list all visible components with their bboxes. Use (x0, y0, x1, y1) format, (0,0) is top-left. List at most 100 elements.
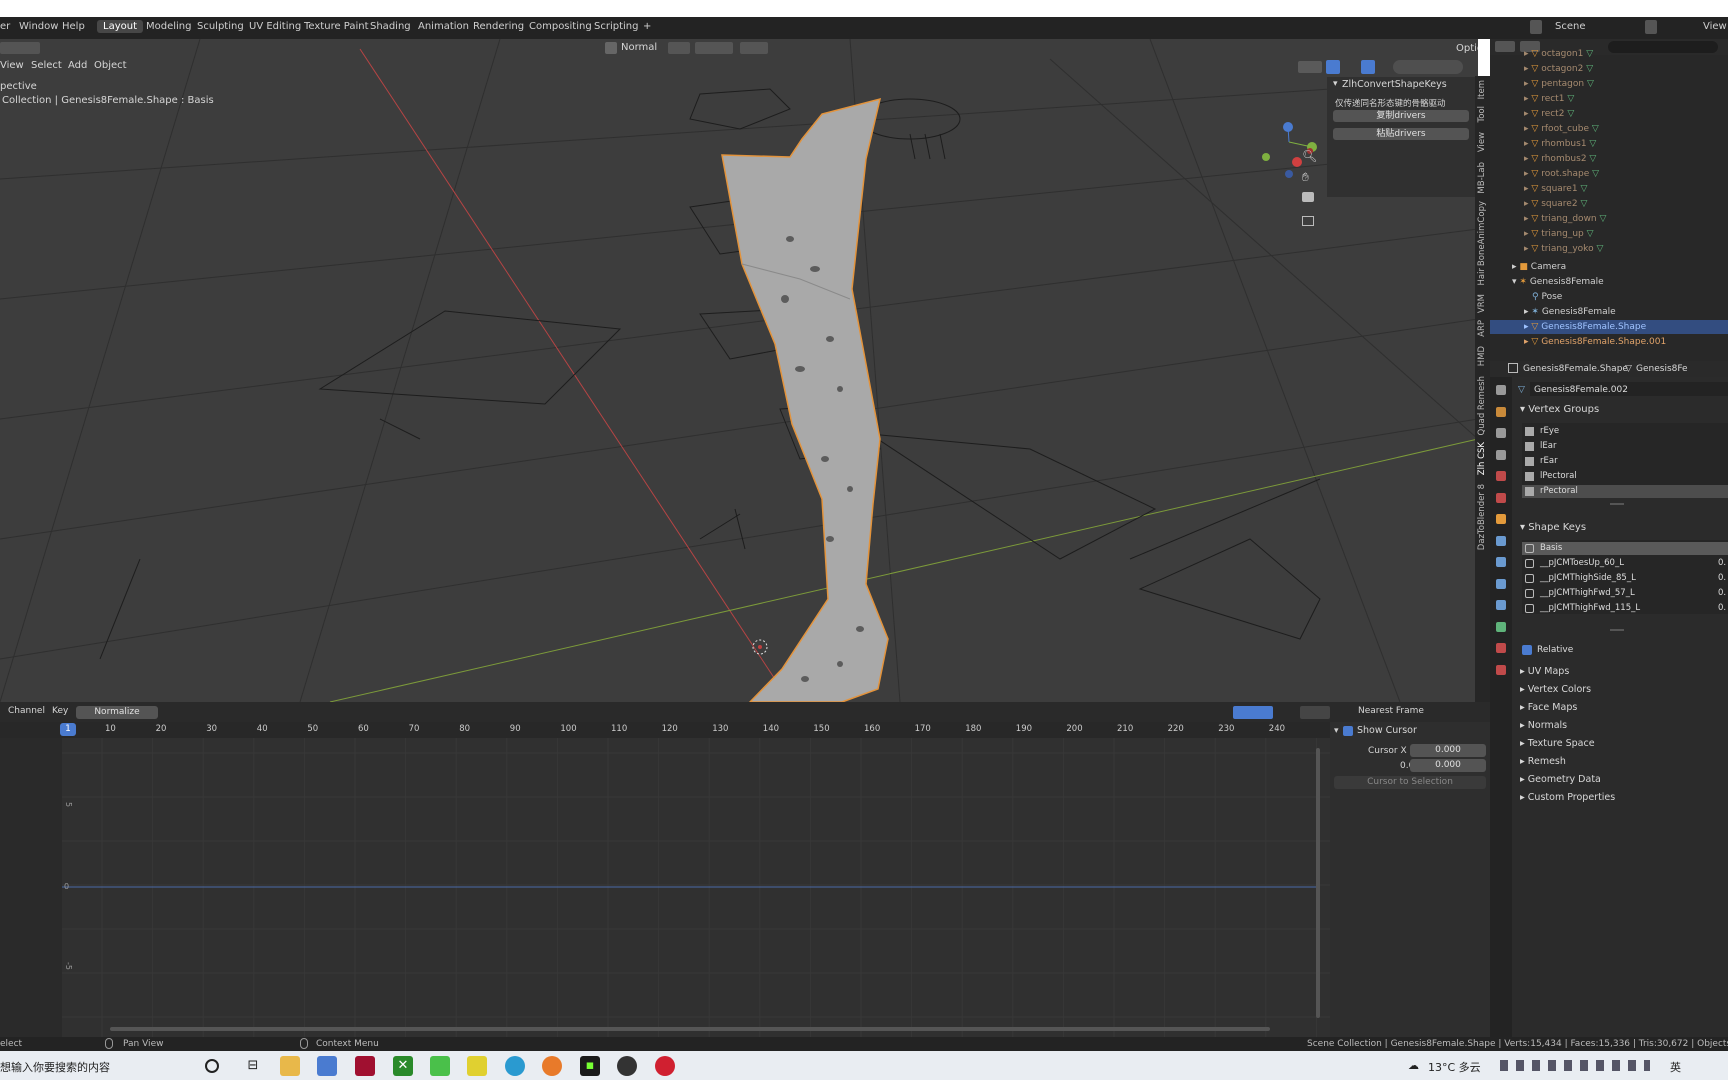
camera-view-icon[interactable] (1302, 192, 1314, 202)
properties-tab-texture-icon[interactable] (1496, 664, 1506, 675)
shape-key-value[interactable]: 0. (1718, 573, 1726, 583)
properties-tab-render-icon[interactable] (1496, 406, 1506, 417)
outliner-shape-item[interactable]: ▸ ▽ pentagon ▽ (1524, 79, 1594, 89)
vertex-group-item[interactable]: lPectoral (1540, 471, 1577, 481)
paste-drivers-button[interactable]: 粘贴drivers (1333, 128, 1469, 140)
mesh-data-name[interactable]: Genesis8Female.002 (1534, 385, 1628, 395)
wechat-icon[interactable] (430, 1056, 450, 1076)
weather-label[interactable]: 13°C 多云 (1428, 1059, 1481, 1075)
cursor-x-field[interactable]: 0.000 (1410, 744, 1486, 757)
channel-menu[interactable]: Channel (8, 706, 45, 716)
outliner-camera[interactable]: ▸ ■ Camera (1512, 262, 1566, 272)
viewport-view-menu[interactable]: View (0, 60, 24, 71)
edge-icon[interactable] (505, 1056, 525, 1076)
tab-view[interactable]: View (1477, 132, 1487, 152)
add-workspace-button[interactable]: + (637, 20, 657, 33)
current-frame-indicator[interactable]: 1 (60, 723, 76, 736)
copy-drivers-button[interactable]: 复制drivers (1333, 110, 1469, 122)
tab-modeling[interactable]: Modeling (140, 20, 198, 33)
filter-icons[interactable] (1233, 706, 1273, 719)
tab-arp[interactable]: ARP (1477, 320, 1487, 337)
funnel-icon[interactable] (1300, 706, 1330, 719)
outliner-shape-item[interactable]: ▸ ▽ root.shape ▽ (1524, 169, 1599, 179)
view-layer-name[interactable]: View L (1703, 21, 1728, 32)
pycharm-icon[interactable]: ▪ (580, 1056, 600, 1076)
cursor-y-field[interactable]: 0.000 (1410, 759, 1486, 772)
outliner-selected-mesh[interactable]: ▸ ▽ Genesis8Female.Shape (1524, 322, 1646, 332)
new-scene-icon[interactable] (1645, 20, 1657, 34)
vertex-group-item[interactable]: rEye (1540, 426, 1559, 436)
panel-geometry-data[interactable]: ▸ Geometry Data (1520, 774, 1601, 785)
menu-window[interactable]: Window (19, 21, 58, 32)
blender-icon[interactable] (542, 1056, 562, 1076)
data-breadcrumb[interactable]: Genesis8Fe (1636, 364, 1688, 374)
properties-tab-world-icon[interactable] (1496, 492, 1506, 503)
panel-remesh[interactable]: ▸ Remesh (1520, 756, 1566, 767)
transform-orientation-dropdown[interactable]: Normal (621, 42, 657, 53)
tab-hair[interactable]: Hair (1477, 268, 1487, 285)
panel-custom-properties[interactable]: ▸ Custom Properties (1520, 792, 1615, 803)
3d-viewport[interactable]: View Select Add Object Normal Options pe… (0, 39, 1478, 702)
outliner-shape-item[interactable]: ▸ ▽ octagon1 ▽ (1524, 49, 1593, 59)
curve-area[interactable] (62, 738, 1330, 1040)
proportional-edit-icon[interactable] (740, 42, 768, 54)
outliner-shape-item[interactable]: ▸ ▽ triang_down ▽ (1524, 214, 1606, 224)
tab-quad-remesh[interactable]: Quad Remesh (1477, 376, 1487, 435)
properties-editor[interactable]: Genesis8Female.Shape ▽ Genesis8Fe ▽ Gene… (1490, 361, 1728, 1040)
cursor-to-selection-button[interactable]: Cursor to Selection (1334, 776, 1486, 789)
tab-rendering[interactable]: Rendering (467, 20, 530, 33)
task-view-icon[interactable]: ⊟ (243, 1056, 263, 1076)
properties-tab-material-icon[interactable] (1496, 643, 1506, 653)
properties-tab-object-icon[interactable] (1496, 514, 1506, 524)
outliner[interactable]: ▸ ▽ octagon1 ▽ ▸ ▽ octagon2 ▽ ▸ ▽ pentagon… (1490, 39, 1728, 361)
shading-mode-icons[interactable] (1393, 60, 1463, 74)
gizmo-toggle-icon[interactable] (1326, 60, 1340, 74)
vertex-group-item[interactable]: rPectoral (1540, 486, 1578, 496)
snap-mode-dropdown[interactable]: Nearest Frame (1358, 706, 1424, 716)
properties-tab-output-icon[interactable] (1496, 428, 1506, 438)
netease-music-icon[interactable] (655, 1056, 675, 1076)
panel-face-maps[interactable]: ▸ Face Maps (1520, 702, 1577, 713)
tab-layout[interactable]: Layout (97, 20, 143, 33)
tab-shading[interactable]: Shading (364, 20, 417, 33)
outliner-shape-item[interactable]: ▸ ▽ rhombus1 ▽ (1524, 139, 1596, 149)
properties-tab-constraints-icon[interactable] (1496, 600, 1506, 610)
panel-texture-space[interactable]: ▸ Texture Space (1520, 738, 1595, 749)
tab-compositing[interactable]: Compositing (523, 20, 598, 33)
outliner-shape-item[interactable]: ▸ ▽ octagon2 ▽ (1524, 64, 1593, 74)
viewport-object-menu[interactable]: Object (94, 60, 127, 71)
properties-tab-view-layer-icon[interactable] (1496, 449, 1506, 460)
vertex-group-item[interactable]: rEar (1540, 456, 1558, 466)
input-language[interactable]: 英 (1670, 1059, 1681, 1075)
show-cursor-checkbox[interactable] (1343, 726, 1353, 736)
panel-vertex-colors[interactable]: ▸ Vertex Colors (1520, 684, 1591, 695)
taskbar-search[interactable]: 想输入你要搜索的内容 (0, 1059, 110, 1075)
store-icon[interactable] (317, 1056, 337, 1076)
normalize-toggle[interactable]: Normalize (76, 706, 158, 719)
panel-uv-maps[interactable]: ▸ UV Maps (1520, 666, 1569, 677)
shape-key-item[interactable]: __pJCMToesUp_60_L (1540, 558, 1624, 568)
vertex-group-item[interactable]: lEar (1540, 441, 1556, 451)
outliner-shape-item[interactable]: ▸ ▽ rect2 ▽ (1524, 109, 1574, 119)
tab-item[interactable]: Item (1477, 80, 1487, 99)
outliner-shape-item[interactable]: ▸ ▽ rfoot_cube ▽ (1524, 124, 1599, 134)
shape-list-resize-handle[interactable] (1610, 629, 1624, 631)
horizontal-scrollbar[interactable] (110, 1027, 1270, 1031)
shape-key-value[interactable]: 0. (1718, 588, 1726, 598)
tab-hmd[interactable]: HMD (1477, 346, 1487, 366)
xbox-icon[interactable]: ✕ (393, 1056, 413, 1076)
object-breadcrumb[interactable]: Genesis8Female.Shape (1523, 364, 1628, 374)
outliner-search-input[interactable] (1608, 41, 1718, 53)
shape-key-value[interactable]: 0. (1718, 558, 1726, 568)
tab-vrm[interactable]: VRM (1477, 294, 1487, 313)
overlay-toggle-icon[interactable] (1361, 60, 1375, 74)
properties-tab-particles-icon[interactable] (1496, 557, 1506, 567)
shape-key-item[interactable]: __pJCMThighFwd_115_L (1540, 603, 1640, 613)
relative-checkbox[interactable] (1522, 645, 1532, 655)
tray-icons[interactable] (1500, 1060, 1650, 1071)
shape-key-item[interactable]: __pJCMThighSide_85_L (1540, 573, 1636, 583)
outliner-armature-data[interactable]: ▸ ✶ Genesis8Female (1524, 307, 1616, 317)
file-explorer-icon[interactable] (280, 1056, 300, 1076)
zoom-icon[interactable]: 🔍︎ (1302, 149, 1317, 163)
outliner-shape-item[interactable]: ▸ ▽ rhombus2 ▽ (1524, 154, 1596, 164)
